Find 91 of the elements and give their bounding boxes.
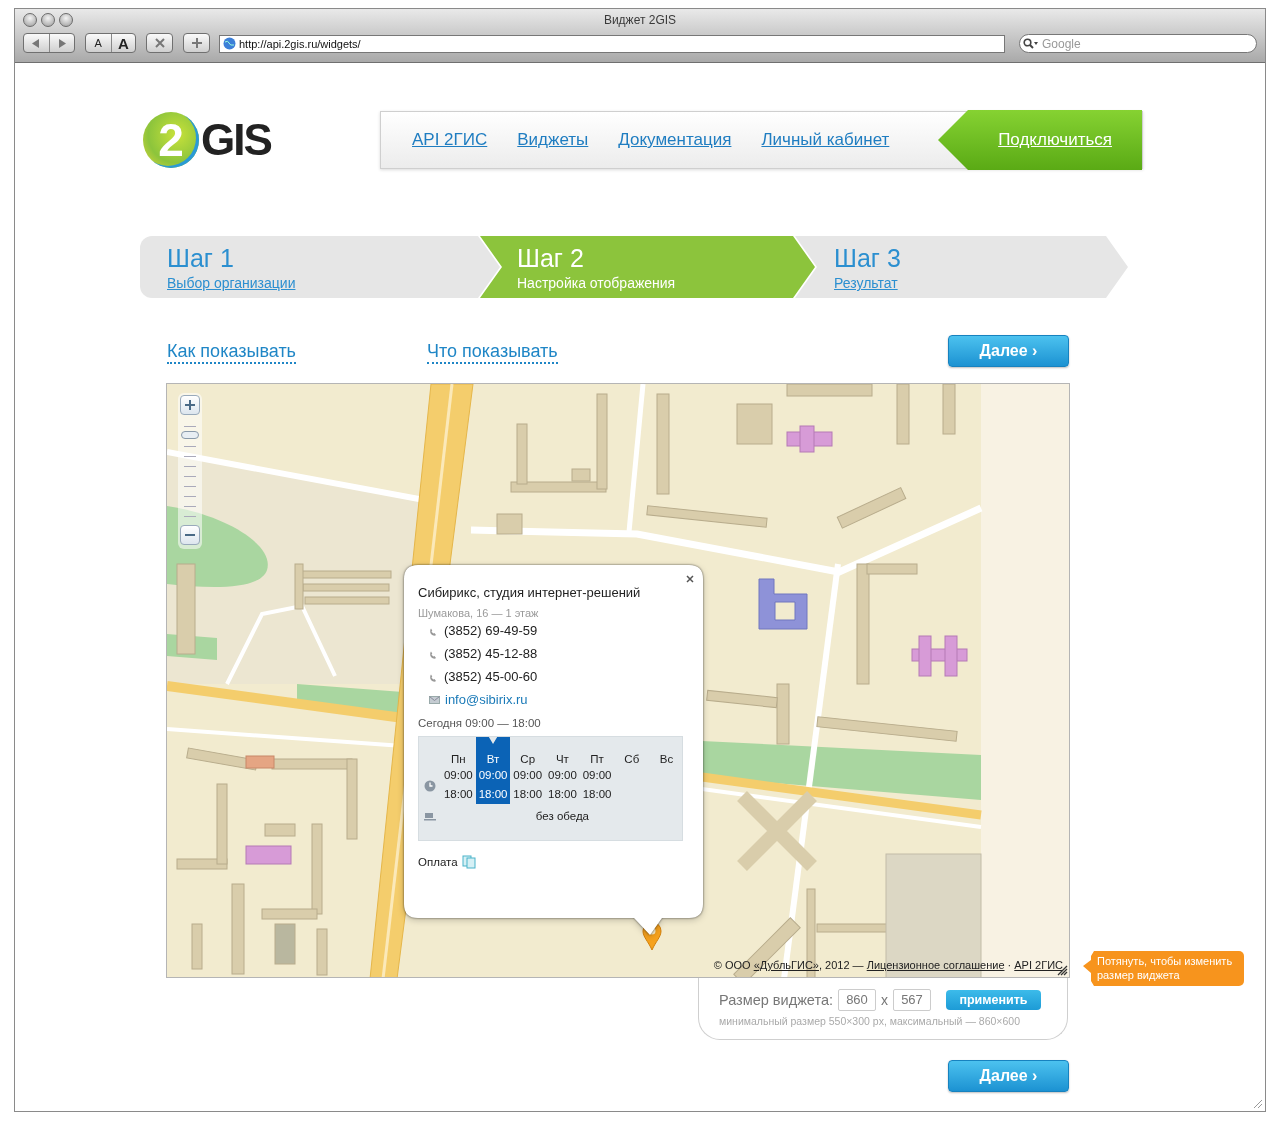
zoom-out-button[interactable] [180, 525, 200, 545]
building [274, 923, 296, 965]
nav-link[interactable]: Виджеты [517, 130, 589, 150]
step-tab[interactable]: Шаг 3 Результат [795, 236, 1128, 298]
times-sign: x [881, 991, 888, 1008]
step-link[interactable]: Выбор организации [167, 275, 296, 291]
step-title: Шаг 2 [517, 244, 585, 272]
phone-number: (3852) 69-49-59 [444, 623, 538, 638]
plus-icon [191, 38, 202, 48]
phone-number: (3852) 45-00-60 [444, 669, 538, 684]
zoom-slider-thumb[interactable] [181, 430, 199, 439]
cards-icon [461, 855, 476, 869]
apply-button[interactable]: применить [946, 989, 1041, 1010]
logo-mark: 2 [143, 112, 199, 168]
nav-link[interactable]: API 2ГИС [412, 130, 488, 150]
clock-icon [424, 779, 436, 792]
text-bigger-button[interactable]: A [110, 34, 136, 52]
plus-icon [184, 399, 196, 411]
building [316, 928, 328, 976]
address-text: Шумакова, 16 — 1 этаж [418, 607, 540, 619]
organization-name: Сибирикс, студия интернет-решений [418, 585, 642, 600]
hours-cell-text: 18:00 [581, 786, 613, 802]
settings-tab[interactable]: Как показывать [167, 340, 296, 364]
building [264, 823, 296, 837]
close-window-button[interactable] [23, 13, 37, 27]
hours-cell-text: 09:00 [547, 768, 578, 783]
step-title: Шаг 1 [167, 244, 235, 272]
zoom-in-button[interactable] [180, 395, 200, 415]
building [942, 384, 956, 435]
hours-cell-text: 09:00 [442, 768, 474, 783]
building [191, 923, 203, 970]
step-subtitle: Настройка отображения [517, 275, 676, 291]
envelope-icon [429, 695, 440, 704]
day-label: Вт [475, 737, 511, 767]
search-icon [1023, 37, 1039, 49]
cup-icon [424, 811, 436, 821]
building [896, 384, 910, 445]
text-smaller-button[interactable]: A [85, 34, 111, 52]
building [496, 513, 523, 535]
next-button[interactable]: Далее › [948, 1060, 1069, 1092]
nav-link[interactable]: Документация [618, 130, 732, 150]
minimize-window-button[interactable] [41, 13, 55, 27]
building [245, 845, 292, 865]
phone-number: (3852) 45-12-88 [444, 646, 538, 661]
resize-grip-icon[interactable] [1253, 1099, 1263, 1109]
address-field[interactable]: http://api.2gis.ru/widgets/ [219, 35, 1005, 53]
day-label: Ср [519, 752, 537, 767]
next-button[interactable]: Далее › [948, 335, 1069, 367]
step-tab[interactable]: Шаг 2 Настройка отображения [480, 236, 815, 298]
window-title: Виджет 2GIS [603, 13, 677, 27]
building [758, 578, 808, 630]
forward-arrow-icon [57, 38, 66, 48]
resize-tooltip: Потянуть, чтобы изменить размер виджета [1083, 951, 1244, 986]
nav-link[interactable]: Личный кабинет [761, 130, 890, 150]
close-icon [154, 38, 165, 48]
lunch-text: без обеда [534, 809, 590, 824]
day-label: Пн [450, 752, 467, 767]
building [736, 403, 773, 445]
attribution-link[interactable]: «ДубльГИС» [753, 959, 819, 971]
hours-cell-text: 09:00 [512, 768, 544, 783]
hours-cell-text: 18:00 [547, 786, 578, 802]
globe-icon [223, 37, 236, 50]
email-link[interactable]: info@sibirix.ru [445, 692, 528, 707]
zoom-window-button[interactable] [59, 13, 73, 27]
back-arrow-icon [32, 38, 41, 48]
day-label: Чт [554, 752, 570, 767]
hours-cell-text: 18:00 [442, 786, 474, 802]
day-label: Пт [589, 752, 605, 767]
attribution-link[interactable]: API 2ГИС [1014, 959, 1063, 971]
height-field[interactable]: 567 [893, 988, 931, 1011]
hours-cell: 18:00 [475, 783, 511, 804]
hours-cell-text: 09:00 [581, 768, 613, 783]
payment-label: Оплата [418, 856, 458, 868]
hours-cell-text: 18:00 [512, 786, 544, 802]
map-attribution: © ООО «ДубльГИС», 2012 — Лицензионное соглашение · API 2ГИС [713, 959, 1063, 971]
logo-text: GIS [201, 115, 271, 165]
today-hours: Сегодня 09:00 — 18:00 [418, 717, 542, 729]
attribution-link[interactable]: Лицензионное соглашение [866, 959, 1005, 971]
hours-cell: 09:00 [475, 767, 511, 783]
step-tab[interactable]: Шаг 1 Выбор организации [140, 236, 500, 298]
close-icon [686, 575, 694, 583]
width-field[interactable]: 860 [838, 988, 876, 1011]
day-label: Вс [658, 752, 675, 767]
size-label: Размер виджета: [719, 991, 833, 1008]
step-title: Шаг 3 [834, 244, 902, 272]
search-field[interactable]: Google [1019, 34, 1257, 53]
step-link[interactable]: Результат [834, 275, 898, 291]
day-label: Сб [623, 752, 641, 767]
connect-button[interactable]: Подключиться [938, 110, 1142, 170]
size-hint: минимальный размер 550×300 px, максимальный — 860×600 [719, 1015, 1021, 1027]
settings-tab[interactable]: Что показывать [427, 340, 558, 364]
